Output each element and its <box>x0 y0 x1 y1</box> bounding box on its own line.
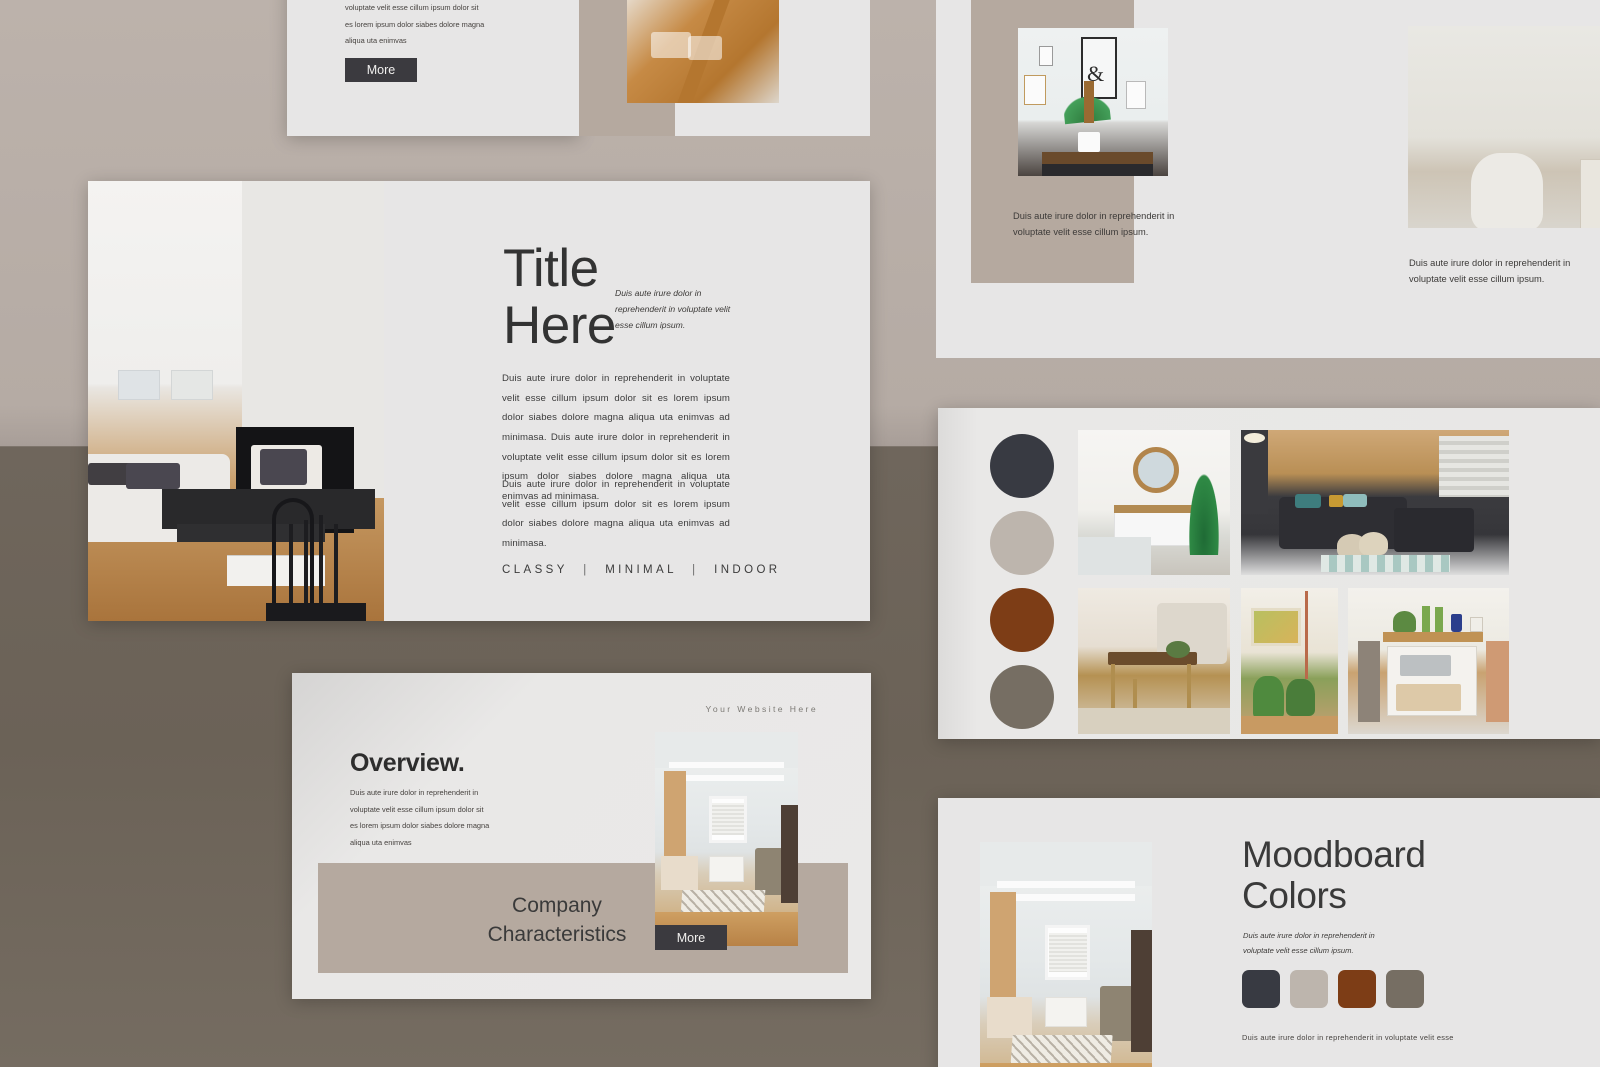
swatch-square-rust-brown[interactable] <box>1338 970 1376 1008</box>
attic-wood-interior-photo <box>627 0 779 103</box>
body-line: aliqua uta enimvas <box>350 837 412 847</box>
bedroom-with-round-mirror-photo <box>1078 430 1230 575</box>
moodboard-title-line2: Colors <box>1242 875 1347 917</box>
caption-line: Duis aute irure dolor in reprehenderit i… <box>1013 211 1175 221</box>
body-line: Duis aute irure dolor in reprehenderit i… <box>350 788 479 797</box>
swatch-square-charcoal[interactable] <box>1242 970 1280 1008</box>
swatch-circle-charcoal[interactable] <box>990 434 1054 498</box>
slide-chair-caption: Duis aute irure dolor in reprehenderit i… <box>1409 255 1600 288</box>
overview-body: Duis aute irure dolor in reprehenderit i… <box>350 785 535 852</box>
subtitle-line: voluptate velit esse cillum ipsum. <box>1243 946 1354 956</box>
website-label: Your Website Here <box>705 704 818 714</box>
slide-hero-title: Title Here <box>503 239 616 355</box>
slide-moodboard-colors[interactable]: Moodboard Colors Duis aute irure dolor i… <box>938 798 1600 1067</box>
slide-moodboard-grid[interactable] <box>938 408 1600 739</box>
gallery-wall-with-plant-photo: & <box>1018 28 1168 176</box>
hero-title-line2: Here <box>503 295 616 355</box>
slide-top-left-body: voluptate velit esse cillum ipsum dolor … <box>345 0 525 50</box>
swatch-circle-warm-gray[interactable] <box>990 665 1054 729</box>
white-chair-photo <box>1408 26 1600 228</box>
hero-title-line1: Title <box>503 239 599 298</box>
more-button-top-left[interactable]: More <box>345 58 417 82</box>
swatch-square-warm-gray[interactable] <box>1386 970 1424 1008</box>
slide-overview[interactable]: Your Website Here Overview. Duis aute ir… <box>292 673 871 999</box>
caption-line: voluptate velit esse cillum ipsum. <box>1409 274 1545 285</box>
plants-corner-photo <box>1241 588 1338 734</box>
gold-nesting-tables-photo <box>1078 588 1230 734</box>
subtitle-line: Duis aute irure dolor in reprehenderit i… <box>1243 931 1375 940</box>
living-room-fireplace-photo <box>88 181 384 621</box>
overview-title: Overview. <box>350 749 465 777</box>
slide-frames-caption: Duis aute irure dolor in reprehenderit i… <box>1013 208 1213 241</box>
moodboard-colors-title: Moodboard Colors <box>1242 834 1426 917</box>
slide-hero-paragraph-2: Duis aute irure dolor in reprehenderit i… <box>502 479 730 549</box>
tag-indoor: INDOOR <box>714 564 781 576</box>
slide-hero-tagline: CLASSY | MINIMAL | INDOOR <box>502 564 781 576</box>
body-line: es lorem ipsum dolor siabes dolore magna <box>345 19 485 29</box>
tag-classy: CLASSY <box>502 564 568 576</box>
tag-minimal: MINIMAL <box>605 564 677 576</box>
swatch-circle-warm-light-taupe[interactable] <box>990 511 1054 575</box>
dark-sofa-living-room-photo <box>1241 430 1509 575</box>
body-line: voluptate velit esse cillum ipsum dolor … <box>350 804 484 814</box>
slide-hero[interactable]: Title Here Duis aute irure dolor in repr… <box>88 181 870 621</box>
tag-separator: | <box>692 564 699 576</box>
presentation-mockup-canvas: voluptate velit esse cillum ipsum dolor … <box>0 0 1600 1067</box>
grey-room-with-rug-photo-2 <box>980 842 1152 1067</box>
more-button-overview[interactable]: More <box>655 925 727 950</box>
slide-hero-side-note: Duis aute irure dolor in reprehenderit i… <box>615 288 731 330</box>
swatch-square-warm-light-taupe[interactable] <box>1290 970 1328 1008</box>
tag-separator: | <box>583 564 590 576</box>
grey-room-with-rug-photo <box>655 732 798 946</box>
body-line: voluptate velit esse cillum ipsum dolor … <box>345 3 479 12</box>
swatch-circle-rust-brown[interactable] <box>990 588 1054 652</box>
body-line: es lorem ipsum dolor siabes dolore magna <box>350 821 490 831</box>
body-line: aliqua uta enimvas <box>345 36 407 46</box>
moodboard-subtitle: Duis aute irure dolor in reprehenderit i… <box>1243 928 1473 958</box>
moodboard-footer-text: Duis aute irure dolor in reprehenderit i… <box>1242 1033 1454 1042</box>
caption-line: voluptate velit esse cillum ipsum. <box>1013 227 1149 238</box>
caption-line: Duis aute irure dolor in reprehenderit i… <box>1409 258 1571 268</box>
slide-top-left[interactable]: voluptate velit esse cillum ipsum dolor … <box>287 0 579 136</box>
kitchen-shelving-photo <box>1348 588 1509 734</box>
moodboard-title-line1: Moodboard <box>1242 834 1426 875</box>
